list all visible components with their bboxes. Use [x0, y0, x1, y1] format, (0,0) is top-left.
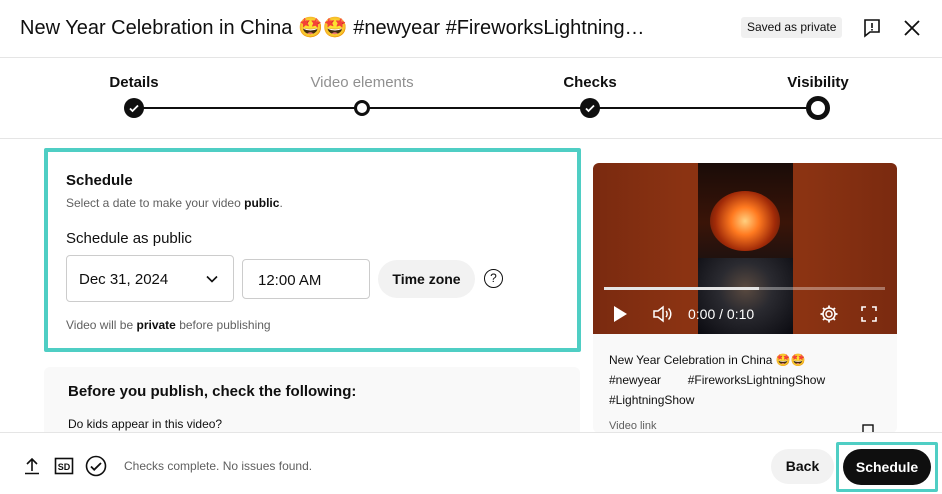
stepper-track: [134, 107, 818, 109]
pre-publish-checklist: Before you publish, check the following:…: [44, 367, 580, 437]
upload-stepper: Details Video elements Checks Visibility: [0, 59, 942, 139]
checklist-question: Do kids appear in this video?: [68, 417, 223, 431]
dialog-header: New Year Celebration in China 🤩🤩 #newyea…: [0, 0, 942, 58]
chevron-down-icon: [205, 272, 219, 291]
privacy-note: Video will be private before publishing: [66, 318, 271, 332]
play-icon[interactable]: [610, 303, 630, 325]
time-input[interactable]: 12:00 AM: [242, 259, 370, 299]
step-checks-check-icon[interactable]: [580, 98, 600, 118]
fireworks-burst: [710, 191, 780, 251]
sd-quality-icon[interactable]: SD: [53, 455, 75, 477]
schedule-button-highlight: Schedule: [836, 442, 938, 492]
video-title: New Year Celebration in China 🤩🤩: [609, 353, 806, 367]
saved-status-badge: Saved as private: [741, 17, 843, 38]
step-details-check-icon[interactable]: [124, 98, 144, 118]
schedule-title: Schedule: [66, 172, 133, 189]
video-details: New Year Celebration in China 🤩🤩 #newyea…: [609, 350, 881, 410]
date-value: Dec 31, 2024: [79, 271, 169, 288]
step-video-elements-label[interactable]: Video elements: [310, 74, 413, 91]
volume-icon[interactable]: [651, 303, 675, 325]
help-icon[interactable]: ?: [484, 269, 503, 288]
step-visibility-label[interactable]: Visibility: [787, 74, 848, 91]
schedule-section: Schedule Select a date to make your vide…: [44, 148, 581, 352]
video-preview-card: 0:00 / 0:10 New Year Celebration in Chin…: [593, 163, 897, 433]
video-player[interactable]: 0:00 / 0:10: [593, 163, 897, 334]
video-tags-line2: #LightningShow: [609, 393, 695, 407]
upload-icon[interactable]: [21, 455, 43, 477]
checks-complete-icon[interactable]: [85, 455, 107, 477]
close-icon[interactable]: [900, 16, 924, 40]
back-button[interactable]: Back: [771, 449, 834, 484]
dialog-footer: SD Checks complete. No issues found. Bac…: [0, 432, 942, 494]
video-progress-bar[interactable]: [604, 287, 885, 290]
settings-gear-icon[interactable]: [818, 303, 840, 325]
schedule-button[interactable]: Schedule: [843, 449, 931, 485]
step-details-label[interactable]: Details: [109, 74, 158, 91]
schedule-subtitle: Select a date to make your video public.: [66, 196, 283, 210]
video-tags: #newyear #FireworksLightningShow: [609, 373, 826, 387]
dialog-title: New Year Celebration in China 🤩🤩 #newyea…: [20, 17, 645, 39]
city-lights: [698, 258, 793, 334]
video-link-label: Video link: [609, 420, 657, 432]
checklist-title: Before you publish, check the following:: [68, 383, 357, 400]
time-zone-button[interactable]: Time zone: [378, 260, 475, 298]
video-progress-fill: [604, 287, 759, 290]
schedule-field-label: Schedule as public: [66, 230, 192, 247]
step-video-elements-dot[interactable]: [354, 100, 370, 116]
fullscreen-icon[interactable]: [858, 303, 880, 325]
svg-text:SD: SD: [58, 462, 71, 472]
time-value: 12:00 AM: [258, 272, 322, 289]
video-time: 0:00 / 0:10: [688, 306, 755, 322]
step-checks-label[interactable]: Checks: [563, 74, 616, 91]
checks-status-text: Checks complete. No issues found.: [124, 459, 313, 473]
date-picker[interactable]: Dec 31, 2024: [66, 255, 234, 302]
step-visibility-dot[interactable]: [806, 96, 830, 120]
feedback-icon[interactable]: [860, 16, 884, 40]
